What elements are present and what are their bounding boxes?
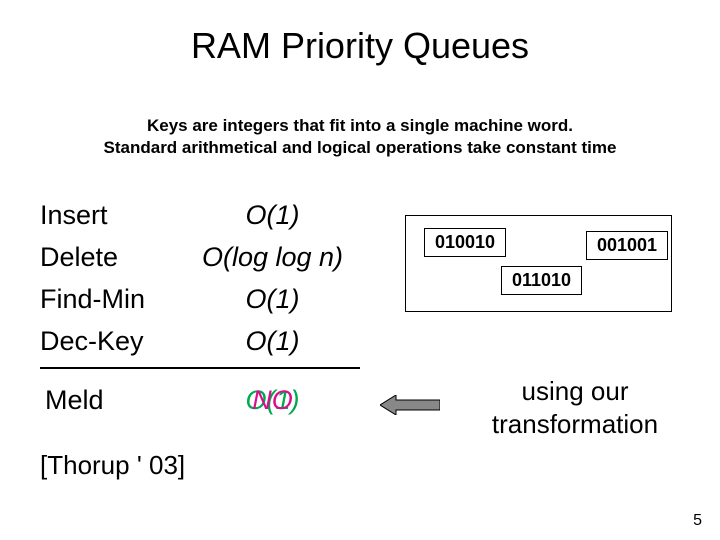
op-name: Insert — [40, 195, 175, 237]
bitstring-diagram: 010010 001001 011010 — [405, 215, 672, 312]
slide-title: RAM Priority Queues — [0, 25, 720, 67]
op-insert: Insert O(1) — [40, 195, 370, 237]
op-complexity: O(1) — [175, 279, 370, 321]
transformation-caption: using our transformation — [450, 375, 700, 440]
op-complexity: O(1) — [175, 195, 370, 237]
op-findmin: Find-Min O(1) — [40, 279, 370, 321]
subtitle-line-1: Keys are integers that fit into a single… — [147, 116, 573, 135]
op-deckey: Dec-Key O(1) — [40, 321, 370, 363]
op-name: Dec-Key — [40, 321, 175, 363]
page-number: 5 — [693, 512, 702, 530]
op-meld: Meld O(1) NO — [45, 385, 370, 419]
op-name: Delete — [40, 237, 175, 279]
meld-value-stack: O(1) NO — [175, 385, 370, 419]
caption-line-1: using our — [522, 376, 629, 406]
meld-new-value: NO — [175, 385, 370, 416]
divider-line — [40, 367, 360, 369]
op-complexity: O(log log n) — [175, 237, 370, 279]
caption-line-2: transformation — [492, 409, 658, 439]
operations-list: Insert O(1) Delete O(log log n) Find-Min… — [40, 195, 370, 362]
slide-subtitle: Keys are integers that fit into a single… — [0, 115, 720, 159]
slide: RAM Priority Queues Keys are integers th… — [0, 0, 720, 540]
subtitle-line-2: Standard arithmetical and logical operat… — [104, 138, 617, 157]
citation: [Thorup ' 03] — [40, 450, 185, 481]
op-complexity: O(1) — [175, 321, 370, 363]
bitstring-c: 011010 — [501, 266, 582, 295]
op-name: Find-Min — [40, 279, 175, 321]
bitstring-a: 010010 — [424, 228, 506, 257]
arrow-left-icon — [380, 395, 440, 415]
bitstring-b: 001001 — [586, 231, 668, 260]
op-delete: Delete O(log log n) — [40, 237, 370, 279]
op-name: Meld — [45, 385, 175, 419]
